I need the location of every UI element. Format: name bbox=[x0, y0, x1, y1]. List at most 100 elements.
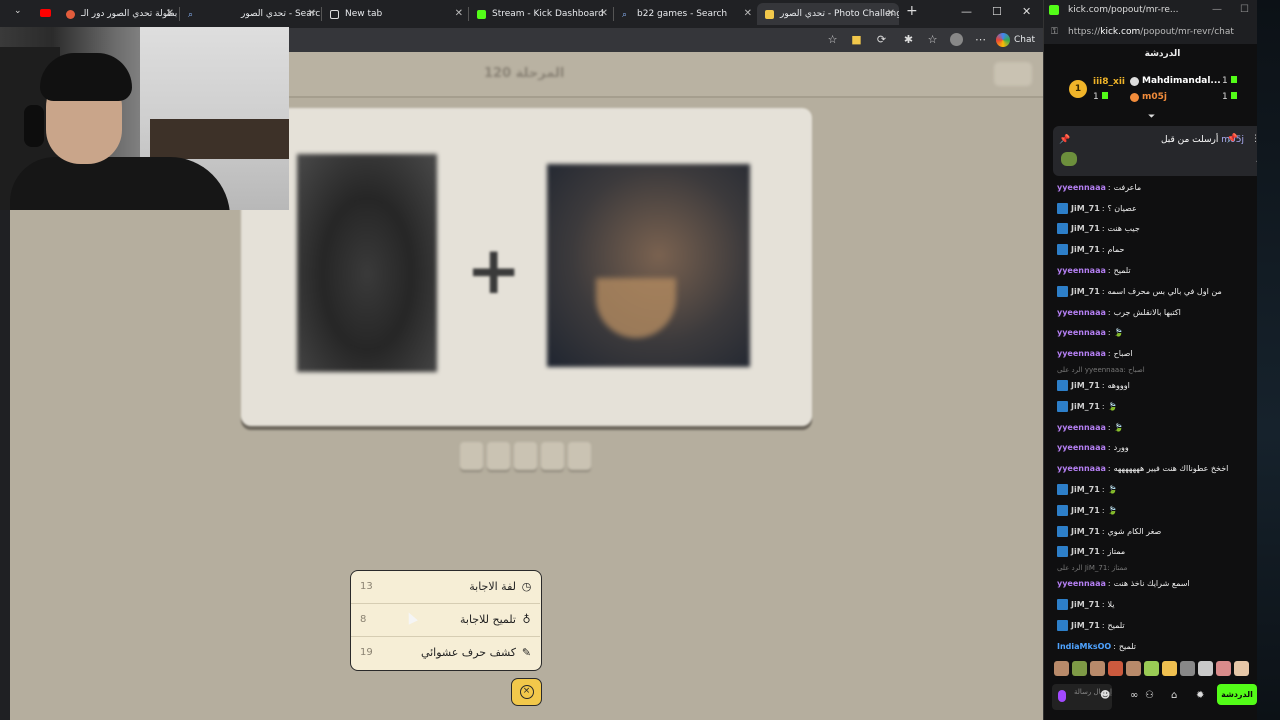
close-menu-button[interactable]: × bbox=[511, 678, 542, 706]
chat-send-button[interactable]: الدردشة bbox=[1217, 684, 1257, 705]
emote-icon[interactable] bbox=[1108, 661, 1123, 676]
youtube-icon bbox=[40, 9, 51, 17]
unpin-icon[interactable]: 📌 bbox=[1227, 134, 1238, 144]
emote-icon[interactable] bbox=[1126, 661, 1141, 676]
tab-kick-dashboard[interactable]: Stream - Kick Dashboard ✕ bbox=[469, 3, 612, 25]
close-icon[interactable]: ✕ bbox=[455, 8, 463, 19]
emote-icon[interactable] bbox=[1144, 661, 1159, 676]
close-icon[interactable]: ✕ bbox=[308, 8, 316, 19]
separator: : bbox=[1107, 307, 1111, 317]
chat-username[interactable]: JiM_71 bbox=[1071, 600, 1100, 609]
chat-username[interactable]: JiM_71 bbox=[1071, 621, 1100, 630]
tab-photo-challenge[interactable]: تحدي الصور - Photo Challenge ✕ bbox=[757, 3, 899, 25]
chat-username[interactable]: JiM_71 bbox=[1071, 287, 1100, 296]
settings-icon[interactable]: ✹ bbox=[1196, 690, 1204, 701]
tab-b22-search[interactable]: ⌕ b22 games - Search ✕ bbox=[614, 3, 756, 25]
close-icon[interactable]: ✕ bbox=[744, 8, 752, 19]
separator: : bbox=[1107, 349, 1111, 359]
hint-reveal-answer[interactable]: 13 لفة الاجابة ◷ bbox=[351, 571, 540, 604]
maximize-icon[interactable]: ☐ bbox=[992, 5, 1002, 18]
chat-username[interactable]: JiM_71 bbox=[1071, 506, 1100, 515]
puzzle-photo-left bbox=[297, 154, 437, 372]
answer-slot[interactable] bbox=[487, 442, 510, 470]
close-icon[interactable]: ✕ bbox=[887, 8, 895, 19]
subscriber-badge-icon bbox=[1057, 484, 1068, 496]
puzzle-icon[interactable]: ✱ bbox=[902, 33, 915, 46]
chat-message-text: اسمع شرايك ناخذ هنت bbox=[1113, 579, 1190, 589]
emote-icon[interactable] bbox=[1162, 661, 1177, 676]
chat-message: JiM_71: 🍃 bbox=[1044, 396, 1269, 417]
chat-username[interactable]: JiM_71 bbox=[1071, 402, 1100, 411]
chat-username[interactable]: IndiaMksOO bbox=[1057, 642, 1111, 651]
chat-username[interactable]: yyeennaaa bbox=[1057, 308, 1106, 317]
chat-username[interactable]: yyeennaaa bbox=[1057, 423, 1106, 432]
subscriber-badge-icon bbox=[1057, 380, 1068, 392]
hint-label: تلميح للاجابة bbox=[459, 613, 516, 626]
profile-avatar[interactable] bbox=[950, 33, 963, 46]
hint-reveal-letter[interactable]: 19 كشف حرف عشوائي ✎ bbox=[351, 637, 540, 670]
emote-icon[interactable] bbox=[1090, 661, 1105, 676]
emote-icon[interactable] bbox=[1216, 661, 1231, 676]
chat-username[interactable]: JiM_71 bbox=[1071, 224, 1100, 233]
chat-url-bar[interactable]: ⚿ https://kick.com/popout/mr-revr/chat A bbox=[1044, 22, 1280, 44]
answer-slot[interactable] bbox=[460, 442, 483, 470]
tab-photo-tournament[interactable]: بطولة تحدي الصور دور الـ ✕ bbox=[58, 3, 178, 25]
chat-message: JiM_71: 🍃 bbox=[1044, 479, 1269, 500]
chat-username[interactable]: JiM_71 bbox=[1071, 547, 1100, 556]
users-icon[interactable]: ⚇ bbox=[1145, 690, 1154, 701]
chat-message: JiM_71: جيب هنت bbox=[1044, 219, 1269, 240]
emote-icon[interactable] bbox=[1198, 661, 1213, 676]
subscriber-badge-icon bbox=[1057, 546, 1068, 558]
infinity-icon[interactable]: ∞ bbox=[1130, 690, 1138, 701]
chat-username[interactable]: yyeennaaa bbox=[1057, 579, 1106, 588]
new-tab-button[interactable]: + bbox=[906, 3, 918, 19]
minimize-icon[interactable]: — bbox=[961, 5, 972, 18]
extension-icon[interactable]: ■ bbox=[850, 33, 863, 46]
emote-icon[interactable] bbox=[1054, 661, 1069, 676]
store-icon[interactable]: ⌂ bbox=[1171, 690, 1177, 701]
chat-username[interactable]: JiM_71 bbox=[1071, 245, 1100, 254]
chat-username[interactable]: yyeennaaa bbox=[1057, 266, 1106, 275]
emote-icon[interactable] bbox=[1072, 661, 1087, 676]
chat-username[interactable]: JiM_71 bbox=[1071, 485, 1100, 494]
tab-search[interactable]: ⌕ تحدي الصور - Search ✕ bbox=[180, 3, 320, 25]
star-icon[interactable]: ☆ bbox=[826, 33, 839, 46]
favorites-icon[interactable]: ☆ bbox=[926, 33, 939, 46]
more-icon[interactable]: ⋯ bbox=[974, 33, 987, 46]
answer-slot[interactable] bbox=[541, 442, 564, 470]
emote-icon[interactable] bbox=[1180, 661, 1195, 676]
hint-answer-tip[interactable]: 8 تلميح للاجابة ♁ bbox=[351, 604, 540, 637]
maximize-icon[interactable]: ☐ bbox=[1240, 4, 1249, 15]
minimize-icon[interactable]: — bbox=[1212, 4, 1222, 15]
leader-name[interactable]: Mahdimandal... bbox=[1142, 76, 1221, 86]
chat-username[interactable]: JiM_71 bbox=[1071, 527, 1100, 536]
chat-message-text: اوووهه bbox=[1107, 381, 1130, 391]
chat-username[interactable]: yyeennaaa bbox=[1057, 443, 1106, 452]
chat-username[interactable]: yyeennaaa bbox=[1057, 464, 1106, 473]
chat-username[interactable]: JiM_71 bbox=[1071, 381, 1100, 390]
close-icon[interactable]: ✕ bbox=[166, 8, 174, 19]
chat-messages: yyeennaaa: ماعرفت JiM_71: عصيان ؟ JiM_71: جيب… bbox=[1044, 177, 1269, 655]
close-icon[interactable]: ✕ bbox=[600, 8, 608, 19]
leader-name[interactable]: iii8_xii bbox=[1093, 77, 1125, 87]
collapse-icon[interactable]: ⏷ bbox=[1148, 112, 1155, 122]
chat-message: JiM_71: 🍃 bbox=[1044, 500, 1269, 521]
separator: : bbox=[1107, 464, 1111, 474]
subscriber-badge-icon bbox=[1057, 223, 1068, 235]
tab-new[interactable]: New tab ✕ bbox=[322, 3, 467, 25]
copilot-chat-button[interactable]: Chat bbox=[996, 31, 1035, 49]
refresh-icon[interactable]: ⟳ bbox=[875, 33, 888, 46]
emote-icon[interactable] bbox=[1234, 661, 1249, 676]
answer-slot[interactable] bbox=[568, 442, 591, 470]
tab-search-icon[interactable]: ⌄ bbox=[14, 6, 22, 16]
chat-username[interactable]: JiM_71 bbox=[1071, 204, 1100, 213]
separator: : bbox=[1101, 203, 1105, 213]
leader-name[interactable]: m05j bbox=[1142, 92, 1167, 102]
emoji-icon[interactable]: ☻ bbox=[1100, 690, 1110, 701]
close-window-icon[interactable]: ✕ bbox=[1022, 5, 1031, 18]
chat-username[interactable]: yyeennaaa bbox=[1057, 183, 1106, 192]
answer-slot[interactable] bbox=[514, 442, 537, 470]
chat-username[interactable]: yyeennaaa bbox=[1057, 349, 1106, 358]
chat-username[interactable]: yyeennaaa bbox=[1057, 328, 1106, 337]
separator: : bbox=[1101, 485, 1105, 495]
